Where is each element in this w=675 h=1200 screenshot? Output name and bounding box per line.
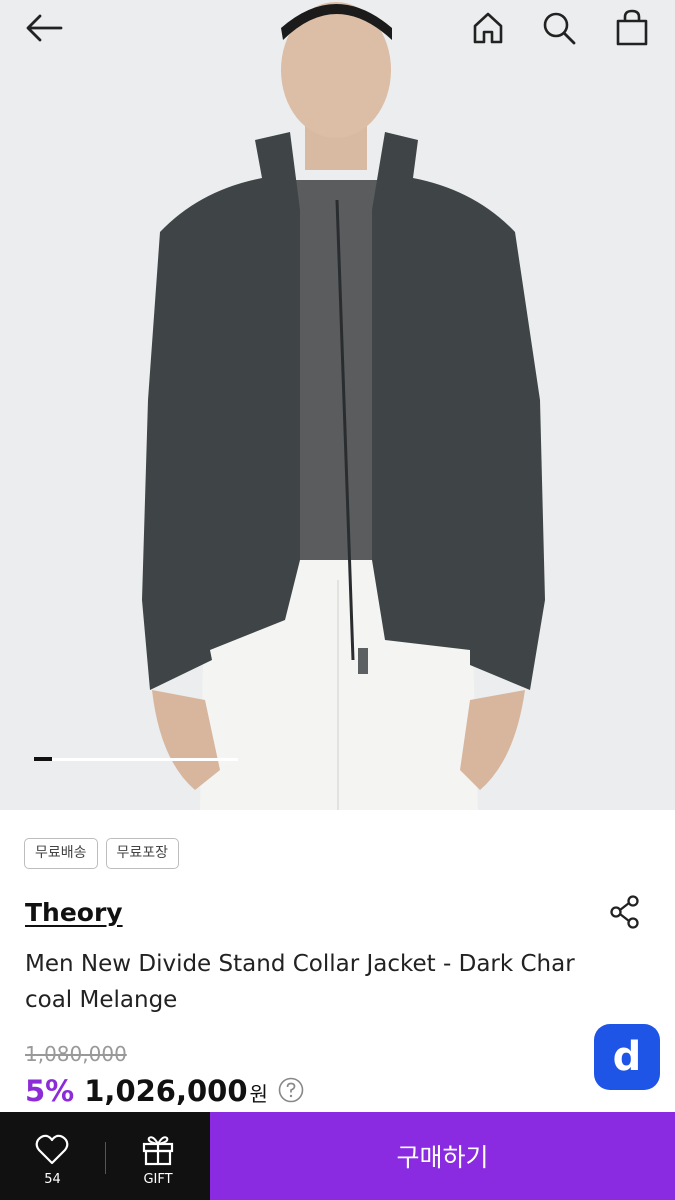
- free-shipping-tag: 무료배송: [24, 838, 98, 869]
- search-icon: [543, 12, 576, 45]
- shopping-bag-icon: [616, 9, 648, 46]
- bottom-action-bar: 54 GIFT 구매하기: [0, 1112, 675, 1200]
- secondary-actions: 54 GIFT: [0, 1112, 210, 1200]
- top-nav-bar: [0, 0, 675, 56]
- share-button[interactable]: [606, 893, 644, 931]
- like-button[interactable]: 54: [0, 1112, 105, 1200]
- share-icon: [610, 895, 639, 929]
- gift-icon: [142, 1136, 174, 1166]
- sale-price: 1,026,000: [84, 1074, 248, 1108]
- currency-label: 원: [249, 1082, 268, 1106]
- product-image-gallery[interactable]: [0, 0, 675, 810]
- brand-link[interactable]: Theory: [25, 898, 123, 927]
- gift-label: GIFT: [143, 1172, 173, 1187]
- product-title: Men New Divide Stand Collar Jacket - Dar…: [25, 951, 575, 1013]
- buy-button[interactable]: 구매하기: [210, 1112, 675, 1200]
- gift-button[interactable]: GIFT: [106, 1112, 210, 1200]
- gallery-progress-fill: [34, 757, 53, 761]
- like-count: 54: [44, 1172, 61, 1187]
- home-icon: [473, 12, 503, 44]
- arrow-left-icon: [26, 14, 63, 42]
- question-icon: [278, 1077, 304, 1103]
- free-wrapping-tag: 무료포장: [105, 838, 180, 869]
- home-button[interactable]: [466, 6, 510, 50]
- search-button[interactable]: [537, 6, 581, 50]
- back-button[interactable]: [22, 6, 66, 50]
- product-photo: [0, 0, 675, 810]
- price-row: 5% 1,026,000 원: [25, 1074, 304, 1108]
- benefit-tags: 무료배송 무료포장: [24, 838, 180, 869]
- gallery-progress-bar: [34, 757, 238, 761]
- price-help-button[interactable]: [278, 1077, 304, 1103]
- shopping-bag-button[interactable]: [610, 6, 654, 50]
- original-price: 1,080,000: [25, 1042, 127, 1066]
- discount-rate: 5%: [25, 1074, 75, 1108]
- heart-icon: [35, 1134, 69, 1165]
- d-app-badge[interactable]: d: [594, 1024, 660, 1090]
